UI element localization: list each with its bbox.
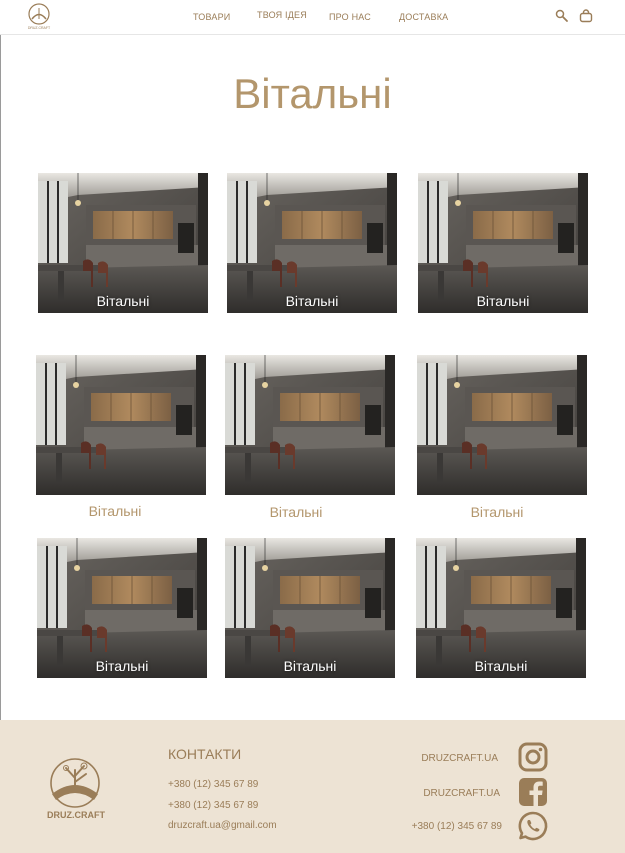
facebook-handle[interactable]: DRUZCRAFT.UA bbox=[380, 788, 500, 799]
product-card[interactable] bbox=[225, 355, 395, 495]
product-card[interactable]: Вітальні bbox=[416, 538, 586, 678]
card-label: Вітальні bbox=[285, 293, 339, 309]
kitchen-photo bbox=[225, 538, 395, 678]
product-card[interactable] bbox=[417, 355, 587, 495]
phone-1[interactable]: +380 (12) 345 67 89 bbox=[168, 779, 258, 790]
bag-icon[interactable] bbox=[578, 8, 594, 24]
page-title: Вітальні bbox=[233, 70, 392, 117]
kitchen-photo bbox=[37, 538, 207, 678]
card-label: Вітальні bbox=[283, 658, 337, 674]
product-card[interactable] bbox=[36, 355, 206, 495]
kitchen-photo bbox=[416, 538, 586, 678]
search-icon[interactable] bbox=[554, 8, 570, 24]
card-label: Вітальні bbox=[96, 293, 150, 309]
instagram-handle[interactable]: DRUZCRAFT.UA bbox=[378, 753, 498, 764]
product-card[interactable]: Вітальні bbox=[418, 173, 588, 313]
footer: DRUZ.CRAFT КОНТАКТИ +380 (12) 345 67 89 … bbox=[0, 720, 625, 853]
footer-brand: DRUZ.CRAFT bbox=[47, 810, 105, 820]
product-card[interactable]: Вітальні bbox=[227, 173, 397, 313]
logo-icon[interactable]: DRUZ.CRAFT bbox=[26, 2, 52, 30]
nav-item-your-idea[interactable]: ТВОЯ ІДЕЯ bbox=[257, 10, 307, 20]
kitchen-photo bbox=[418, 173, 588, 313]
instagram-icon[interactable] bbox=[517, 741, 549, 773]
card-label[interactable]: Вітальні bbox=[412, 504, 582, 520]
kitchen-photo bbox=[36, 355, 206, 495]
whatsapp-icon[interactable] bbox=[517, 810, 549, 842]
kitchen-photo bbox=[38, 173, 208, 313]
card-label: Вітальні bbox=[474, 658, 528, 674]
nav-item-delivery[interactable]: ДОСТАВКА bbox=[399, 12, 448, 22]
contacts-title: КОНТАКТИ bbox=[168, 746, 242, 762]
card-label: Вітальні bbox=[476, 293, 530, 309]
whatsapp-phone[interactable]: +380 (12) 345 67 89 bbox=[382, 821, 502, 832]
product-card[interactable]: Вітальні bbox=[37, 538, 207, 678]
nav-item-about[interactable]: ПРО НАС bbox=[329, 12, 371, 22]
header: DRUZ.CRAFT ТОВАРИ ТВОЯ ІДЕЯ ПРО НАС ДОСТ… bbox=[0, 0, 625, 35]
card-label[interactable]: Вітальні bbox=[30, 503, 200, 519]
kitchen-photo bbox=[227, 173, 397, 313]
email-link[interactable]: druzcraft.ua@gmail.com bbox=[168, 820, 277, 831]
product-card[interactable]: Вітальні bbox=[225, 538, 395, 678]
phone-2[interactable]: +380 (12) 345 67 89 bbox=[168, 800, 258, 811]
nav-item-products[interactable]: ТОВАРИ bbox=[193, 12, 230, 22]
logo-text: DRUZ.CRAFT bbox=[28, 26, 51, 30]
card-label: Вітальні bbox=[95, 658, 149, 674]
product-card[interactable]: Вітальні bbox=[38, 173, 208, 313]
tree-logo-icon[interactable] bbox=[44, 756, 106, 818]
facebook-icon[interactable] bbox=[517, 776, 549, 808]
kitchen-photo bbox=[417, 355, 587, 495]
kitchen-photo bbox=[225, 355, 395, 495]
card-label[interactable]: Вітальні bbox=[211, 504, 381, 520]
